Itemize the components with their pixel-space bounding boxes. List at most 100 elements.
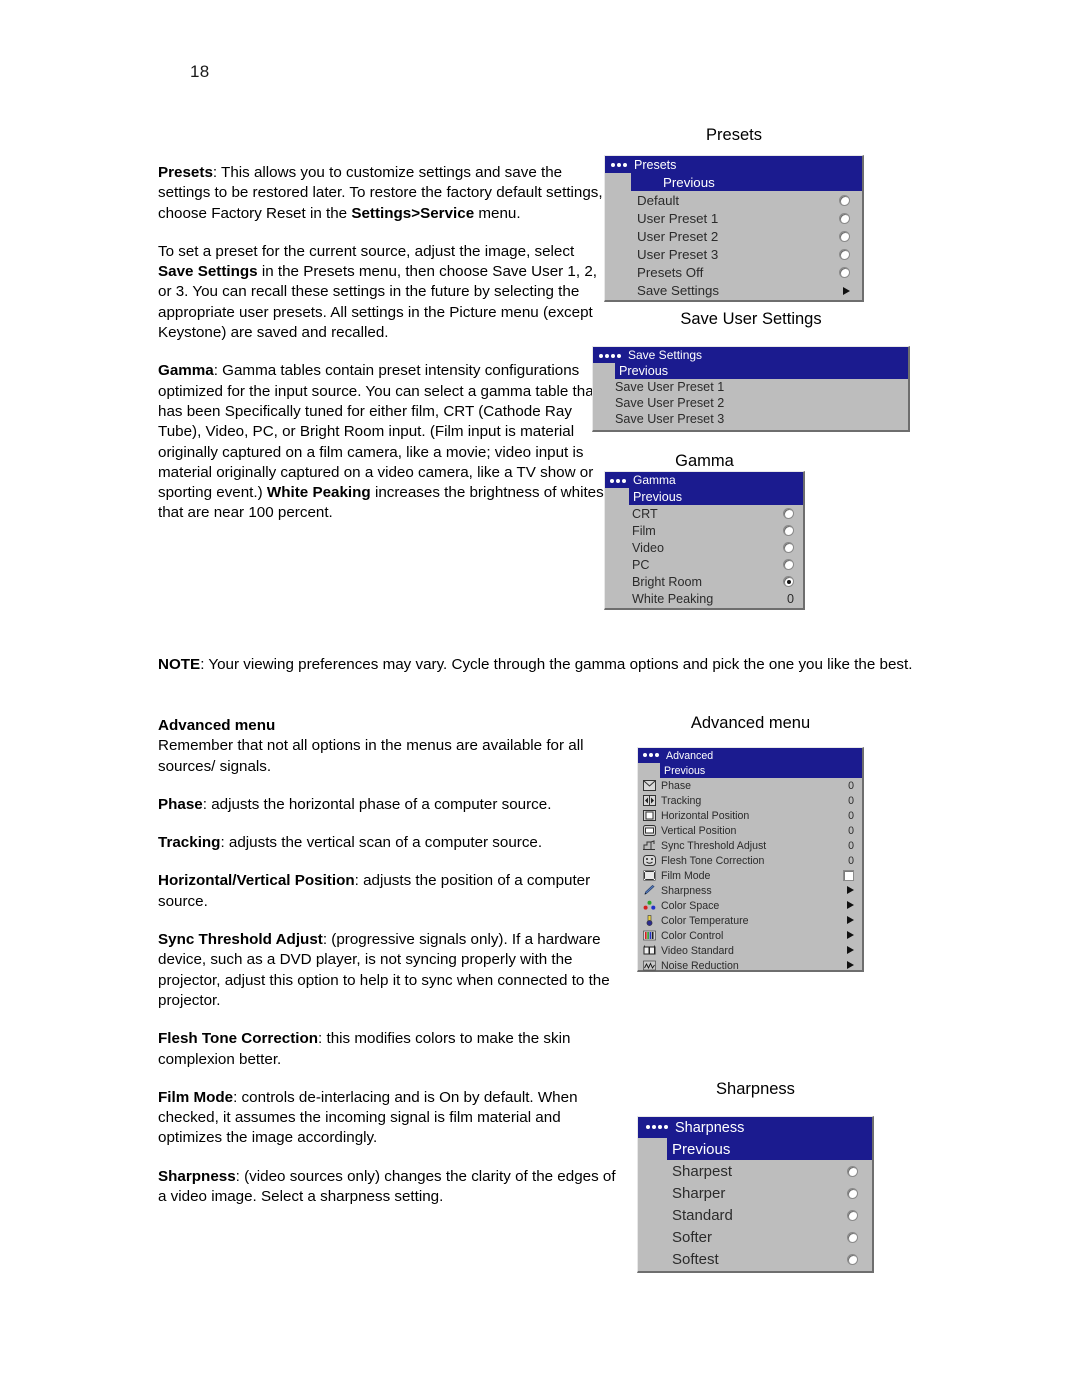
menu-item-color-space[interactable]: Color Space bbox=[638, 898, 862, 913]
menu-item-user-preset-1[interactable]: User Preset 1 bbox=[605, 209, 862, 227]
radio-button[interactable] bbox=[839, 194, 850, 206]
radio-button[interactable] bbox=[847, 1165, 858, 1177]
radio-button[interactable] bbox=[839, 230, 850, 242]
menu-item-save-user-preset-2[interactable]: Save User Preset 2 bbox=[593, 395, 908, 411]
paragraph-tracking: Tracking: adjusts the vertical scan of a… bbox=[158, 833, 620, 853]
submenu-arrow-icon bbox=[843, 286, 850, 295]
menu-item-video-standard[interactable]: Video Standard bbox=[638, 943, 862, 958]
menu-item-film-mode[interactable]: Film Mode bbox=[638, 868, 862, 883]
submenu-indicator[interactable] bbox=[847, 930, 854, 942]
menu-item-save-user-preset-1[interactable]: Save User Preset 1 bbox=[593, 379, 908, 395]
menu-item-label: Video bbox=[632, 540, 664, 555]
menu-item-previous[interactable]: Previous bbox=[615, 363, 908, 379]
menu-item-save-user-preset-3[interactable]: Save User Preset 3 bbox=[593, 411, 908, 427]
radio-button-selected[interactable] bbox=[783, 576, 794, 587]
menu-item-bright-room[interactable]: Bright Room bbox=[605, 573, 803, 590]
menu-item-label: Color Temperature bbox=[661, 914, 749, 927]
menu-item-default[interactable]: Default bbox=[605, 191, 862, 209]
noise-reduction-icon bbox=[642, 959, 657, 972]
radio-button[interactable] bbox=[847, 1187, 858, 1199]
radio-button[interactable] bbox=[783, 525, 794, 536]
menu-item-sharpest[interactable]: Sharpest bbox=[638, 1160, 872, 1182]
submenu-indicator[interactable] bbox=[847, 945, 854, 957]
menu-item-previous[interactable]: Previous bbox=[631, 173, 862, 191]
menu-item-white-peaking[interactable]: White Peaking 0 bbox=[605, 590, 803, 607]
menu-item-crt[interactable]: CRT bbox=[605, 505, 803, 522]
caption-advanced-menu: Advanced menu bbox=[690, 714, 811, 732]
menu-item-presets-off[interactable]: Presets Off bbox=[605, 263, 862, 281]
menu-item-standard[interactable]: Standard bbox=[638, 1204, 872, 1226]
menu-item-tracking[interactable]: Tracking 0 bbox=[638, 793, 862, 808]
bold-term: Save Settings bbox=[158, 263, 258, 281]
menu-item-previous[interactable]: Previous bbox=[667, 1138, 872, 1160]
osd-menu-presets[interactable]: Presets Previous Default User Preset 1 User … bbox=[604, 155, 864, 302]
menu-item-color-control[interactable]: Color Control bbox=[638, 928, 862, 943]
menu-item-sync-threshold-adjust[interactable]: Sync Threshold Adjust 0 bbox=[638, 838, 862, 853]
menu-item-label: User Preset 1 bbox=[637, 210, 719, 226]
menu-item-label: Video Standard bbox=[661, 944, 734, 957]
menu-item-value[interactable]: 0 bbox=[848, 810, 854, 822]
caption-save-user-settings: Save User Settings bbox=[680, 310, 822, 328]
menu-item-value[interactable]: 0 bbox=[848, 840, 854, 852]
color-control-icon bbox=[642, 929, 657, 942]
menu-item-phase[interactable]: Phase 0 bbox=[638, 778, 862, 793]
menu-item-value[interactable]: 0 bbox=[848, 780, 854, 792]
menu-item-user-preset-2[interactable]: User Preset 2 bbox=[605, 227, 862, 245]
radio-button[interactable] bbox=[847, 1231, 858, 1243]
menu-item-label: Sharpness bbox=[661, 884, 712, 897]
checkbox-film-mode[interactable] bbox=[843, 870, 854, 881]
radio-button[interactable] bbox=[839, 248, 850, 260]
menu-item-noise-reduction[interactable]: Noise Reduction bbox=[638, 958, 862, 973]
menu-item-film[interactable]: Film bbox=[605, 522, 803, 539]
radio-button[interactable] bbox=[839, 212, 850, 224]
menu-item-label: Noise Reduction bbox=[661, 959, 739, 972]
menu-item-previous[interactable]: Previous bbox=[629, 488, 803, 505]
menu-item-sharpness[interactable]: Sharpness bbox=[638, 883, 862, 898]
menu-item-value[interactable]: 0 bbox=[848, 795, 854, 807]
submenu-indicator[interactable] bbox=[847, 885, 854, 897]
osd-menu-advanced[interactable]: Advanced Previous Phase 0 Tracking 0 Horizonta… bbox=[637, 747, 864, 972]
menu-item-label: Film bbox=[632, 523, 656, 538]
menu-item-value[interactable]: 0 bbox=[848, 825, 854, 837]
submenu-indicator[interactable] bbox=[843, 283, 850, 298]
menu-item-horizontal-position[interactable]: Horizontal Position 0 bbox=[638, 808, 862, 823]
menu-item-softer[interactable]: Softer bbox=[638, 1226, 872, 1248]
menu-item-pc[interactable]: PC bbox=[605, 556, 803, 573]
menu-item-label: Previous bbox=[663, 174, 715, 190]
osd-menu-gamma[interactable]: Gamma Previous CRT Film Video PC Bright Room Wh… bbox=[604, 471, 805, 610]
radio-button[interactable] bbox=[783, 559, 794, 570]
menu-item-label: Presets Off bbox=[637, 264, 704, 280]
osd-menu-save-settings[interactable]: Save Settings Previous Save User Preset 1 S… bbox=[592, 346, 910, 432]
bold-term: Tracking bbox=[158, 834, 221, 852]
radio-button[interactable] bbox=[839, 266, 850, 278]
menu-item-label: Film Mode bbox=[661, 869, 711, 882]
menu-item-user-preset-3[interactable]: User Preset 3 bbox=[605, 245, 862, 263]
menu-item-vertical-position[interactable]: Vertical Position 0 bbox=[638, 823, 862, 838]
submenu-indicator[interactable] bbox=[847, 900, 854, 912]
text-column-lower: Advanced menu Remember that not all optio… bbox=[158, 716, 620, 1225]
menu-item-value[interactable]: 0 bbox=[787, 592, 794, 606]
radio-button[interactable] bbox=[847, 1209, 858, 1221]
menu-item-video[interactable]: Video bbox=[605, 539, 803, 556]
menu-title-bar: Presets bbox=[605, 156, 862, 173]
menu-level-dots bbox=[610, 474, 628, 486]
menu-item-save-settings[interactable]: Save Settings bbox=[605, 281, 862, 299]
menu-item-color-temperature[interactable]: Color Temperature bbox=[638, 913, 862, 928]
bold-term: NOTE bbox=[158, 656, 201, 673]
menu-item-value[interactable]: 0 bbox=[848, 855, 854, 867]
menu-item-label: PC bbox=[632, 557, 650, 572]
radio-button[interactable] bbox=[783, 542, 794, 553]
vertical-position-icon bbox=[642, 824, 657, 837]
radio-button[interactable] bbox=[783, 508, 794, 519]
menu-item-flesh-tone-correction[interactable]: Flesh Tone Correction 0 bbox=[638, 853, 862, 868]
submenu-indicator[interactable] bbox=[847, 960, 854, 972]
osd-menu-sharpness[interactable]: Sharpness Previous Sharpest Sharper Standard… bbox=[637, 1116, 874, 1273]
flesh-tone-icon bbox=[642, 854, 657, 867]
radio-button[interactable] bbox=[847, 1253, 858, 1265]
submenu-indicator[interactable] bbox=[847, 915, 854, 927]
menu-item-label: Previous bbox=[672, 1140, 731, 1158]
menu-item-sharper[interactable]: Sharper bbox=[638, 1182, 872, 1204]
film-mode-icon bbox=[642, 869, 657, 882]
menu-item-softest[interactable]: Softest bbox=[638, 1248, 872, 1270]
menu-item-previous[interactable]: Previous bbox=[660, 763, 862, 778]
